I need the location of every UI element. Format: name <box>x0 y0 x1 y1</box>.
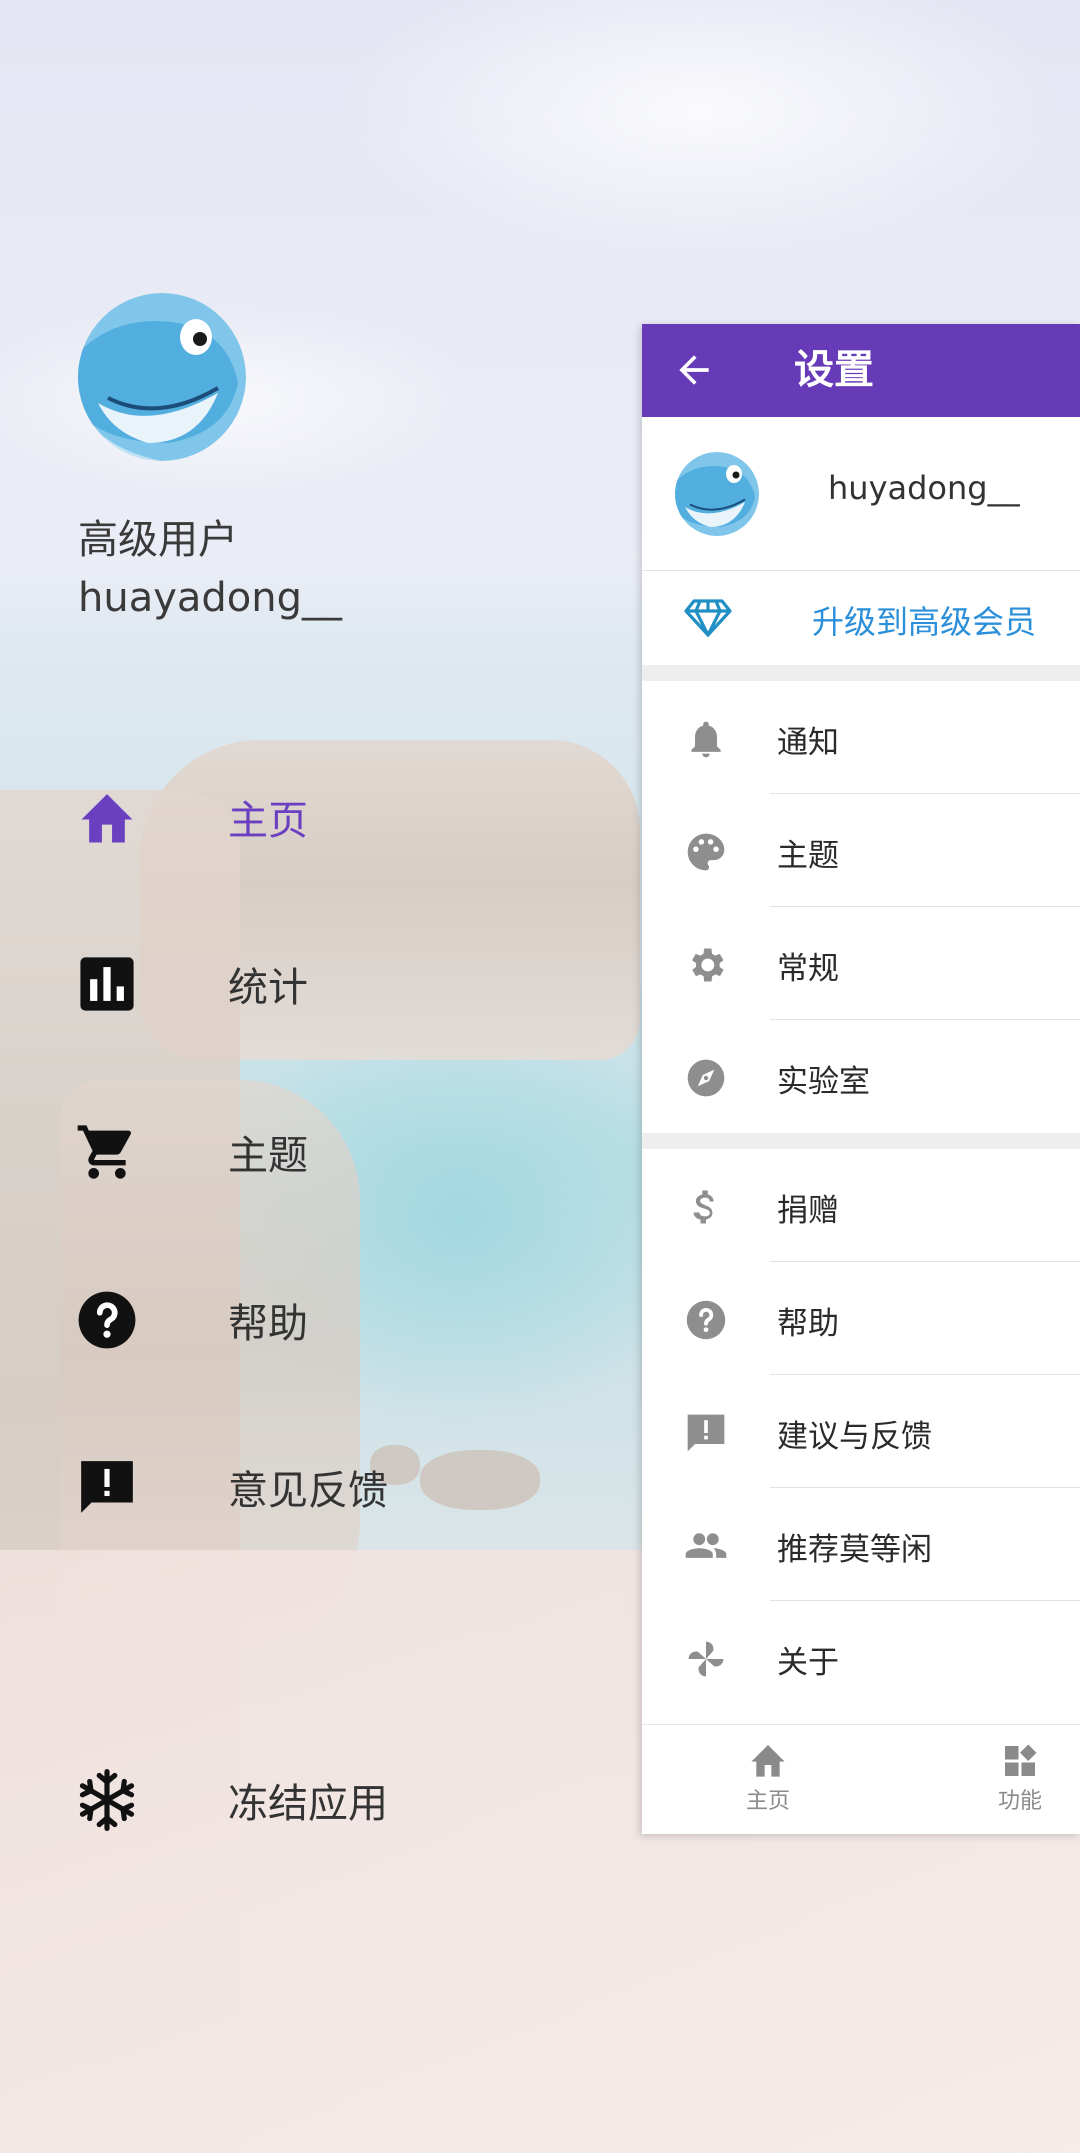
home-icon <box>748 1743 788 1779</box>
profile-username: huyadong__ <box>828 469 1020 507</box>
tab-label: 功能 <box>997 1789 1042 1814</box>
settings-item-label: 捐赠 <box>777 1193 839 1229</box>
drawer-item-theme[interactable]: 主题 <box>72 1107 572 1197</box>
settings-panel: 设置 huyadong__ 升级到高级会员 通知 主题 常规 实验室 捐赠 帮助… <box>642 324 1080 1834</box>
drawer-item-feedback[interactable]: 意见反馈 <box>72 1442 572 1532</box>
avatar <box>675 452 759 536</box>
feedback-icon <box>684 1411 728 1455</box>
settings-header: 设置 <box>642 324 1080 417</box>
palette-icon <box>684 830 728 874</box>
settings-item-label: 实验室 <box>777 1064 870 1100</box>
people-icon <box>684 1524 728 1568</box>
tab-label: 主页 <box>745 1789 790 1814</box>
settings-item-label: 常规 <box>777 951 839 987</box>
settings-item-label: 关于 <box>777 1645 839 1681</box>
page-title: 设置 <box>794 347 874 393</box>
cart-icon <box>72 1117 142 1187</box>
settings-item-label: 通知 <box>777 725 839 761</box>
user-level-label: 高级用户 <box>78 517 238 563</box>
drawer-item-freeze-apps[interactable]: 冻结应用 <box>72 1755 572 1845</box>
section-divider <box>642 665 1080 681</box>
feedback-icon <box>72 1452 142 1522</box>
back-arrow-icon[interactable] <box>672 348 716 392</box>
bar-chart-icon <box>72 949 142 1019</box>
settings-item-label: 主题 <box>777 838 839 874</box>
settings-item-label: 建议与反馈 <box>777 1419 932 1455</box>
pinwheel-icon <box>684 1637 728 1681</box>
widgets-icon <box>1000 1743 1040 1779</box>
drawer-item-label: 主题 <box>228 1133 308 1179</box>
drawer-item-label: 意见反馈 <box>228 1468 388 1514</box>
drawer-item-stats[interactable]: 统计 <box>72 939 572 1029</box>
drawer-item-home[interactable]: 主页 <box>72 772 572 862</box>
drawer-item-label: 主页 <box>228 798 308 844</box>
settings-item-label: 帮助 <box>777 1306 839 1342</box>
upgrade-label: 升级到高级会员 <box>812 603 1037 641</box>
bottom-navigation: 主页 功能 <box>642 1724 1080 1834</box>
home-icon <box>72 782 142 852</box>
compass-icon <box>684 1056 728 1100</box>
settings-item-help[interactable]: 帮助 <box>642 1262 1080 1375</box>
diamond-icon <box>684 597 732 637</box>
avatar[interactable] <box>78 293 246 461</box>
tab-home[interactable]: 主页 <box>708 1743 828 1823</box>
gear-icon <box>684 943 728 987</box>
upgrade-premium-button[interactable]: 升级到高级会员 <box>642 570 1080 666</box>
settings-item-theme[interactable]: 主题 <box>642 794 1080 907</box>
settings-item-recommend[interactable]: 推荐莫等闲 <box>642 1488 1080 1601</box>
dollar-icon <box>684 1185 728 1229</box>
drawer-item-help[interactable]: 帮助 <box>72 1275 572 1365</box>
settings-item-label: 推荐莫等闲 <box>777 1532 932 1568</box>
tab-features[interactable]: 功能 <box>960 1743 1080 1823</box>
drawer-item-label: 帮助 <box>228 1301 308 1347</box>
profile-row[interactable]: huyadong__ <box>642 417 1080 569</box>
drawer-item-label: 统计 <box>228 965 308 1011</box>
bell-icon <box>684 717 728 761</box>
drawer-item-label: 冻结应用 <box>228 1781 388 1827</box>
settings-item-general[interactable]: 常规 <box>642 907 1080 1020</box>
settings-item-feedback[interactable]: 建议与反馈 <box>642 1375 1080 1488</box>
settings-item-lab[interactable]: 实验室 <box>642 1020 1080 1133</box>
settings-item-notifications[interactable]: 通知 <box>642 681 1080 794</box>
snowflake-icon <box>72 1765 142 1835</box>
help-icon <box>72 1285 142 1355</box>
help-icon <box>684 1298 728 1342</box>
section-divider <box>642 1133 1080 1149</box>
username-label: huayadong__ <box>78 575 343 621</box>
settings-item-about[interactable]: 关于 <box>642 1601 1080 1714</box>
settings-item-donate[interactable]: 捐赠 <box>642 1149 1080 1262</box>
